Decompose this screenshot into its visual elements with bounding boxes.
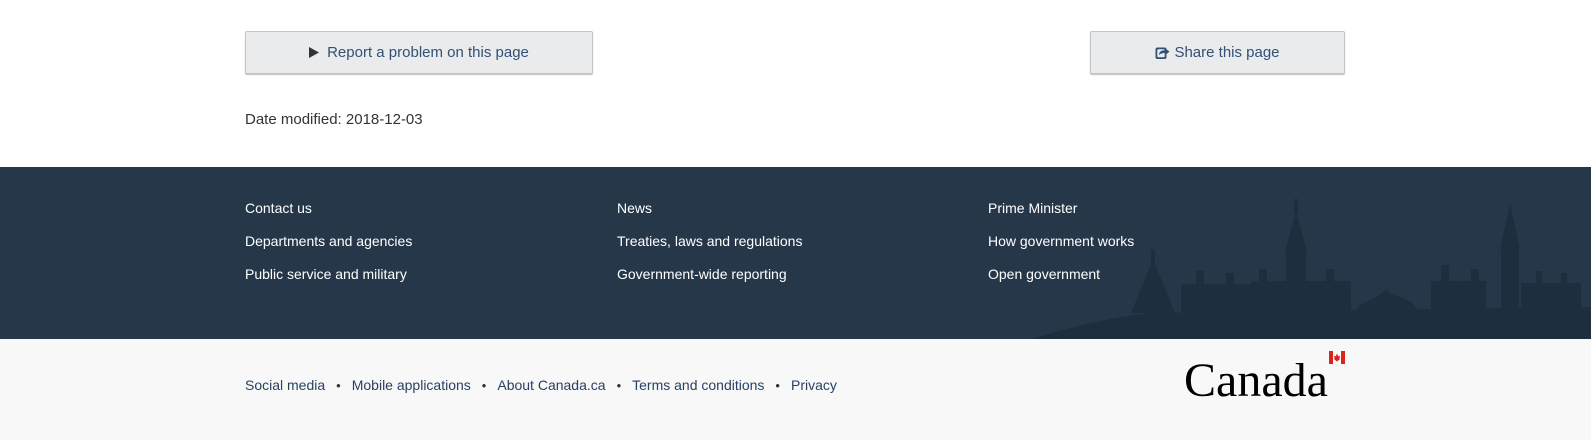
footer-column-contact: Contact us Departments and agencies Publ… (245, 199, 412, 298)
footer-link-terms[interactable]: Terms and conditions (632, 377, 764, 393)
separator-dot: • (616, 377, 622, 393)
footer-link-public-service[interactable]: Public service and military (245, 265, 412, 298)
canada-wordmark-logo: Canada (1184, 351, 1345, 401)
site-footer-sub: Social media • Mobile applications • Abo… (0, 339, 1591, 440)
footer-link-reporting[interactable]: Government-wide reporting (617, 265, 802, 298)
site-footer-main: Contact us Departments and agencies Publ… (0, 167, 1591, 339)
footer-link-prime-minister[interactable]: Prime Minister (988, 199, 1134, 232)
footer-column-government: Prime Minister How government works Open… (988, 199, 1134, 298)
date-modified-value: 2018-12-03 (345, 111, 423, 128)
footer-sub-links: Social media • Mobile applications • Abo… (245, 377, 837, 393)
footer-link-about-canada[interactable]: About Canada.ca (497, 377, 605, 393)
separator-dot: • (336, 377, 341, 393)
page-footer-actions: Report a problem on this page Share this… (0, 0, 1591, 167)
footer-link-treaties[interactable]: Treaties, laws and regulations (617, 232, 802, 265)
footer-link-departments[interactable]: Departments and agencies (245, 232, 412, 265)
report-problem-button[interactable]: Report a problem on this page (245, 31, 593, 74)
footer-link-privacy[interactable]: Privacy (791, 377, 837, 393)
footer-link-open-government[interactable]: Open government (988, 265, 1134, 298)
share-page-label: Share this page (1174, 44, 1280, 61)
footer-link-social-media[interactable]: Social media (245, 377, 325, 393)
report-problem-label: Report a problem on this page (327, 44, 529, 61)
share-page-button[interactable]: Share this page (1090, 31, 1345, 74)
date-modified: Date modified: 2018-12-03 (245, 111, 423, 128)
share-icon (1155, 46, 1170, 60)
footer-link-mobile-applications[interactable]: Mobile applications (352, 377, 471, 393)
canada-flag-icon (1329, 351, 1345, 364)
separator-dot: • (775, 377, 780, 393)
footer-link-how-government-works[interactable]: How government works (988, 232, 1134, 265)
canada-wordmark-text: Canada (1184, 354, 1328, 401)
footer-link-news[interactable]: News (617, 199, 802, 232)
separator-dot: • (481, 377, 487, 393)
date-modified-label: Date modified: (245, 111, 342, 128)
footer-link-contact-us[interactable]: Contact us (245, 199, 412, 232)
footer-column-news: News Treaties, laws and regulations Gove… (617, 199, 802, 298)
play-triangle-icon (309, 47, 320, 58)
